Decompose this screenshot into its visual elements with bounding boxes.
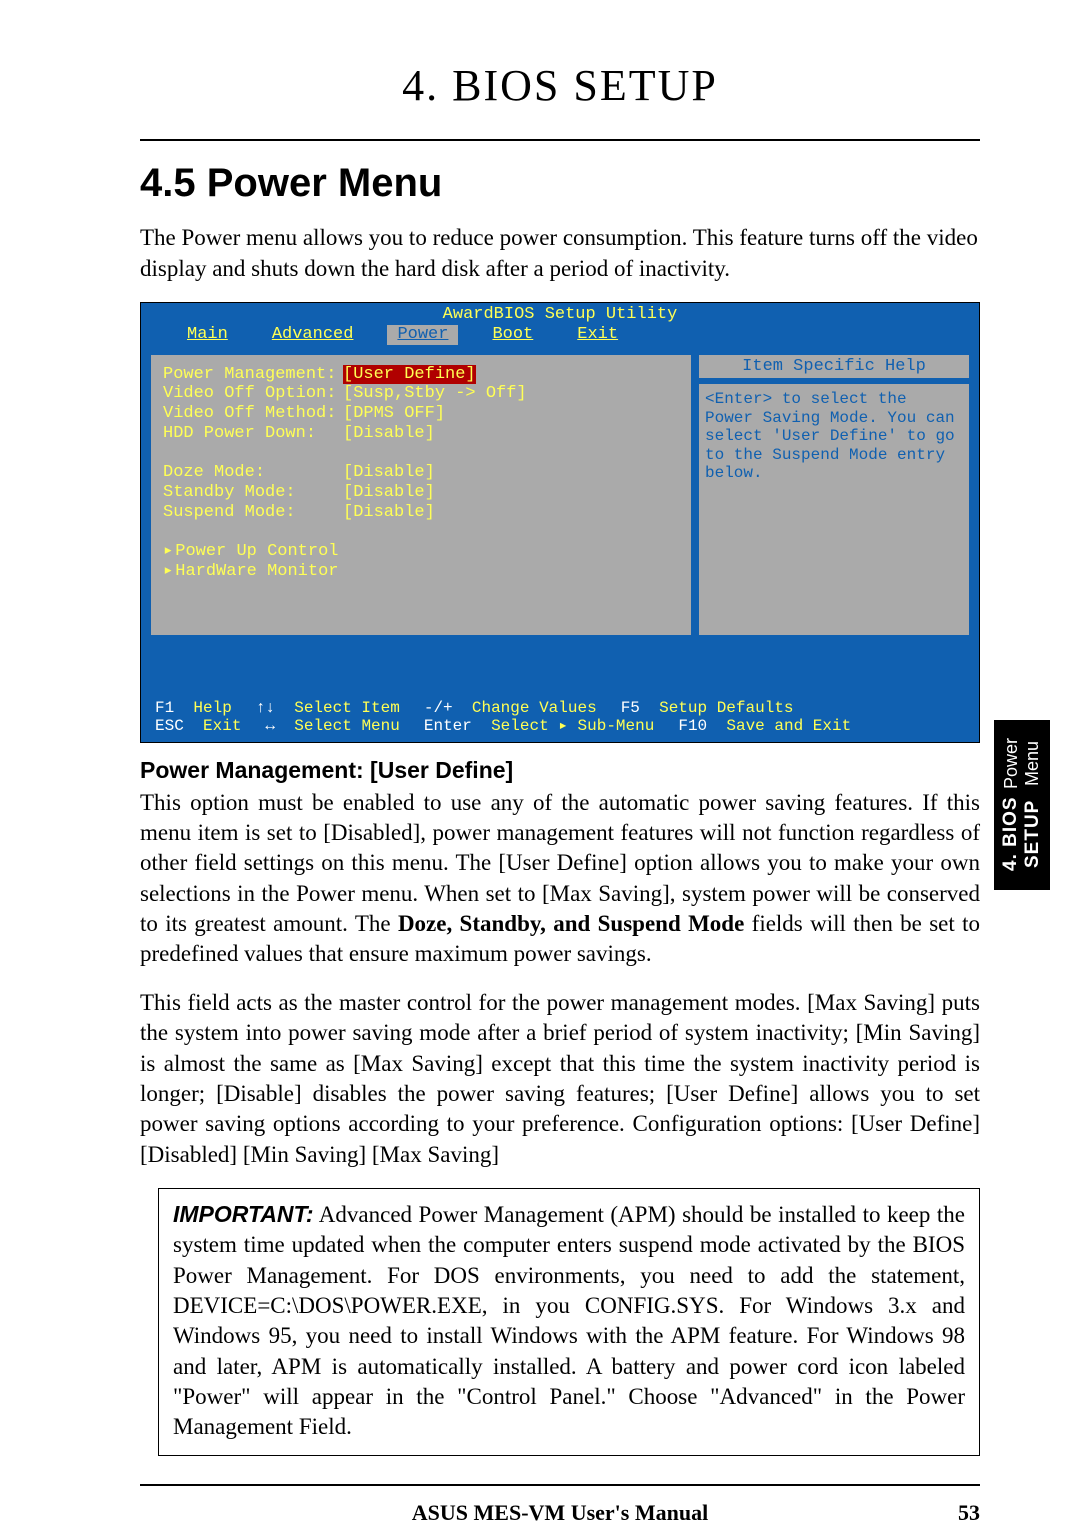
key-label: Save and Exit [726,717,851,735]
key-f1: F1 [155,699,174,717]
bios-tabs: Main Advanced Power Boot Exit [141,325,979,347]
bios-help-body: <Enter> to select the Power Saving Mode.… [699,384,969,634]
bios-tab-boot[interactable]: Boot [470,325,555,345]
bios-setting-row[interactable]: Video Off Option: [Susp,Stby -> Off] [163,384,679,404]
bios-tab-exit[interactable]: Exit [555,325,640,345]
bios-setting-value[interactable]: [Disable] [343,503,435,523]
bios-setting-value[interactable]: [DPMS OFF] [343,404,445,424]
triangle-icon: ▸ [163,562,173,582]
bios-setting-row[interactable]: Video Off Method: [DPMS OFF] [163,404,679,424]
bios-tab-main[interactable]: Main [165,325,250,345]
body-paragraph-1: This option must be enabled to use any o… [140,788,980,970]
page-number: 53 [958,1500,980,1526]
bios-setting-row[interactable]: HDD Power Down: [Disable] [163,424,679,444]
bios-setting-value[interactable]: [Disable] [343,463,435,483]
bios-setting-label: Standby Mode: [163,483,343,503]
key-label: Select ▸ Sub-Menu [491,717,654,735]
bios-help-panel: Item Specific Help <Enter> to select the… [699,355,969,635]
divider [140,139,980,141]
side-tab-line2: Power Menu [1001,736,1043,791]
bios-setting-label: Video Off Method: [163,404,343,424]
key-label: Select Menu [294,717,400,735]
bios-submenu[interactable]: ▸Power Up Control [163,542,679,562]
bios-setting-value-selected[interactable]: [User Define] [343,365,476,385]
bios-submenu-label: Power Up Control [175,542,338,562]
bios-setting-row[interactable]: Suspend Mode: [Disable] [163,503,679,523]
bios-setting-label: Video Off Option: [163,384,343,404]
key-plusminus: -/+ [424,699,453,717]
bios-setting-label: Power Management: [163,365,343,385]
bios-setting-value[interactable]: [Disable] [343,424,435,444]
important-lead: IMPORTANT: [173,1201,314,1227]
bios-tab-advanced[interactable]: Advanced [250,325,376,345]
body-paragraph-2: This field acts as the master control fo… [140,988,980,1170]
bios-help-title: Item Specific Help [699,355,969,379]
key-label: Setup Defaults [659,699,793,717]
intro-text: The Power menu allows you to reduce powe… [140,222,980,284]
bios-setting-label: Doze Mode: [163,463,343,483]
side-tab: 4. BIOS SETUP Power Menu [994,720,1050,890]
key-enter: Enter [424,717,472,735]
side-tab-line1: 4. BIOS SETUP [1000,793,1044,874]
bios-screenshot: AwardBIOS Setup Utility Main Advanced Po… [140,302,980,743]
bios-main-panel: Power Management: [User Define] Video Of… [151,355,691,635]
bios-setting-row[interactable]: Power Management: [User Define] [163,365,679,385]
divider [140,1484,980,1486]
bios-submenu[interactable]: ▸HardWare Monitor [163,562,679,582]
important-body: Advanced Power Management (APM) should b… [173,1202,965,1440]
bios-tab-power[interactable]: Power [387,325,458,345]
key-f5: F5 [621,699,640,717]
bios-setting-row[interactable]: Doze Mode: [Disable] [163,463,679,483]
key-arrows-v: ↑↓ [256,699,275,717]
bios-setting-label: HDD Power Down: [163,424,343,444]
bios-setting-value[interactable]: [Disable] [343,483,435,503]
key-label: Help [193,699,231,717]
bios-key-legend: F1 Help ↑↓ Select Item -/+ Change Values… [141,695,979,742]
chapter-title: 4. BIOS SETUP [140,60,980,111]
footer: ASUS MES-VM User's Manual 53 [140,1500,980,1526]
section-title: 4.5 Power Menu [140,161,980,206]
important-box: IMPORTANT: Advanced Power Management (AP… [158,1188,980,1456]
footer-center: ASUS MES-VM User's Manual [412,1500,708,1526]
para1-bold: Doze, Standby, and Suspend Mode [398,911,744,936]
bios-setting-row[interactable]: Standby Mode: [Disable] [163,483,679,503]
key-label: Select Item [294,699,400,717]
key-label: Change Values [472,699,597,717]
bios-setting-label: Suspend Mode: [163,503,343,523]
bios-submenu-label: HardWare Monitor [175,562,338,582]
bios-utility-title: AwardBIOS Setup Utility [141,303,979,325]
key-label: Exit [203,717,241,735]
subsection-title: Power Management: [User Define] [140,757,980,784]
key-f10: F10 [678,717,707,735]
key-arrows-h: ↔ [265,717,275,735]
key-esc: ESC [155,717,184,735]
triangle-icon: ▸ [163,542,173,562]
bios-setting-value[interactable]: [Susp,Stby -> Off] [343,384,527,404]
